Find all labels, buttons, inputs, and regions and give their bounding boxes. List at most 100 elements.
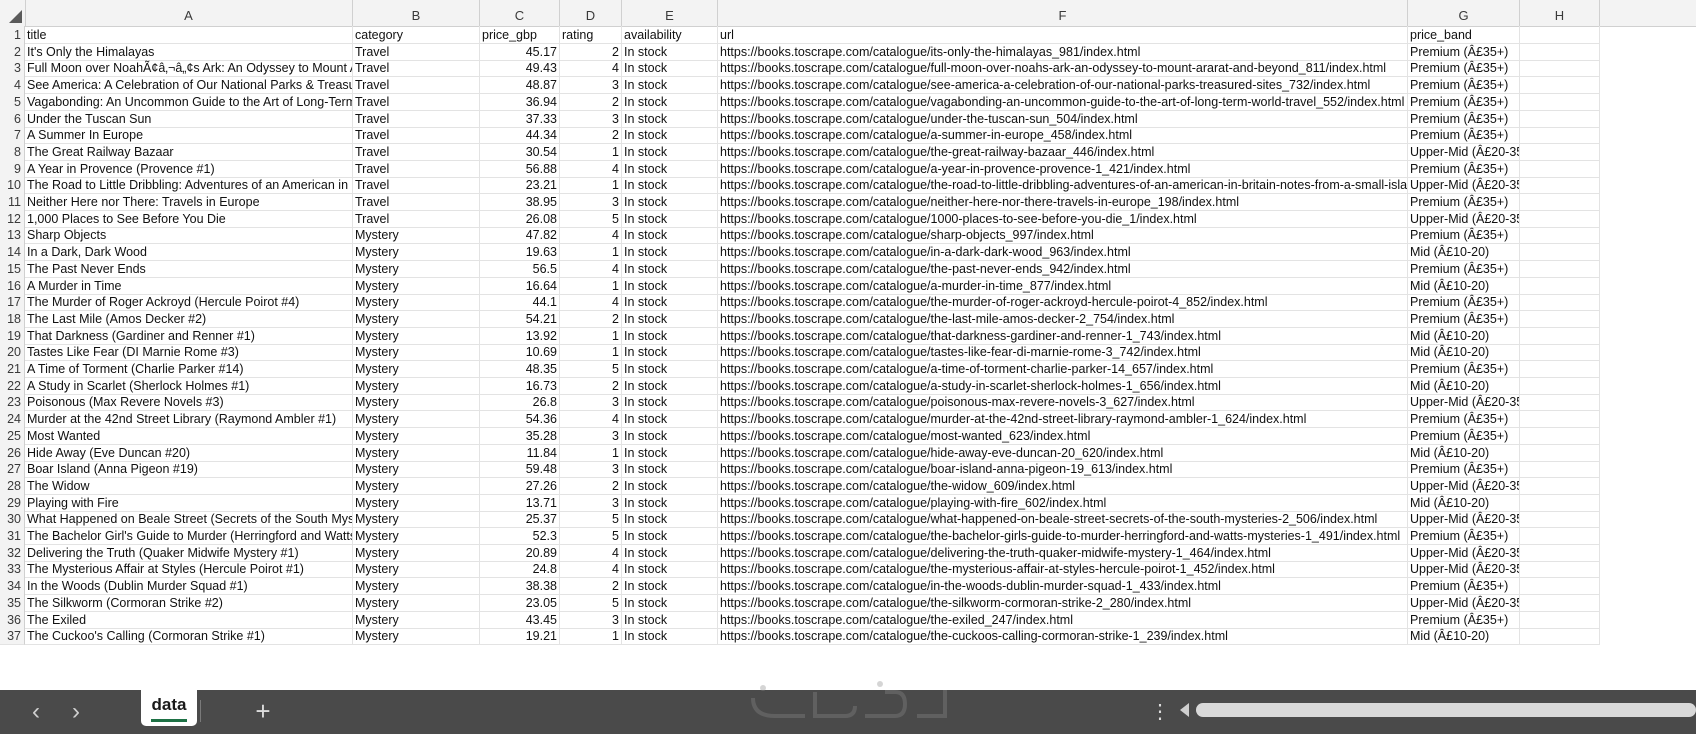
cell-h[interactable] [1520, 176, 1600, 195]
cell-f[interactable]: https://books.toscrape.com/catalogue/a-t… [718, 360, 1408, 378]
cell-e[interactable]: In stock [622, 476, 718, 495]
cell-c[interactable]: 23.21 [480, 176, 560, 195]
cell-e[interactable]: In stock [622, 259, 718, 278]
row-number[interactable]: 22 [0, 376, 25, 395]
cell-h[interactable] [1520, 627, 1600, 646]
cell-d[interactable]: 5 [560, 527, 622, 545]
cell-g[interactable]: Premium (Â£35+) [1408, 109, 1520, 128]
cell-a[interactable]: The Cuckoo's Calling (Cormoran Strike #1… [25, 627, 353, 646]
cell-g[interactable]: Upper-Mid (Â£20-35) [1408, 393, 1520, 412]
cell-e[interactable]: In stock [622, 76, 718, 95]
cell-d[interactable]: 3 [560, 76, 622, 95]
cell-a[interactable]: That Darkness (Gardiner and Renner #1) [25, 326, 353, 345]
cell-h[interactable] [1520, 510, 1600, 529]
cell-a[interactable]: Poisonous (Max Revere Novels #3) [25, 393, 353, 412]
cell-g[interactable]: Premium (Â£35+) [1408, 577, 1520, 596]
cell-a[interactable]: A Time of Torment (Charlie Parker #14) [25, 360, 353, 378]
cell-g[interactable]: Premium (Â£35+) [1408, 259, 1520, 278]
cell-e[interactable]: In stock [622, 293, 718, 312]
row-number[interactable]: 20 [0, 343, 25, 362]
cell-f[interactable]: https://books.toscrape.com/catalogue/a-m… [718, 276, 1408, 295]
cell-c[interactable]: 24.8 [480, 560, 560, 579]
cell-c[interactable]: 54.36 [480, 410, 560, 429]
cell-f[interactable]: https://books.toscrape.com/catalogue/the… [718, 293, 1408, 312]
cell-a[interactable]: Playing with Fire [25, 493, 353, 512]
cell-e[interactable]: In stock [622, 543, 718, 562]
cell-h[interactable] [1520, 393, 1600, 412]
cell-c[interactable]: 37.33 [480, 109, 560, 128]
cell-a[interactable]: title [25, 26, 353, 44]
cell-f[interactable]: https://books.toscrape.com/catalogue/poi… [718, 393, 1408, 412]
cell-g[interactable]: Premium (Â£35+) [1408, 426, 1520, 445]
cell-d[interactable]: 3 [560, 426, 622, 445]
cell-h[interactable] [1520, 560, 1600, 579]
cell-b[interactable]: Mystery [353, 376, 480, 395]
cell-a[interactable]: What Happened on Beale Street (Secrets o… [25, 510, 353, 529]
cell-e[interactable]: In stock [622, 410, 718, 429]
cell-b[interactable]: Travel [353, 142, 480, 161]
cell-d[interactable]: 3 [560, 109, 622, 128]
cell-f[interactable]: https://books.toscrape.com/catalogue/a-s… [718, 376, 1408, 395]
cell-c[interactable]: 30.54 [480, 142, 560, 161]
cell-h[interactable] [1520, 42, 1600, 61]
cell-b[interactable]: Mystery [353, 309, 480, 328]
cell-c[interactable]: 47.82 [480, 226, 560, 245]
cell-g[interactable]: Premium (Â£35+) [1408, 309, 1520, 328]
cell-b[interactable]: Mystery [353, 493, 480, 512]
cell-d[interactable]: 3 [560, 493, 622, 512]
cell-a[interactable]: Murder at the 42nd Street Library (Raymo… [25, 410, 353, 429]
row-number[interactable]: 5 [0, 92, 25, 111]
cell-h[interactable] [1520, 460, 1600, 479]
cell-d[interactable]: 3 [560, 193, 622, 211]
cell-a[interactable]: A Study in Scarlet (Sherlock Holmes #1) [25, 376, 353, 395]
cell-e[interactable]: In stock [622, 560, 718, 579]
cell-h[interactable] [1520, 226, 1600, 245]
row-number[interactable]: 19 [0, 326, 25, 345]
cell-b[interactable]: Mystery [353, 443, 480, 462]
cell-c[interactable]: 11.84 [480, 443, 560, 462]
cell-f[interactable]: https://books.toscrape.com/catalogue/the… [718, 259, 1408, 278]
row-number[interactable]: 32 [0, 543, 25, 562]
cell-g[interactable]: Premium (Â£35+) [1408, 92, 1520, 111]
cell-d[interactable]: 2 [560, 376, 622, 395]
cell-c[interactable]: 26.08 [480, 209, 560, 228]
cell-g[interactable]: Upper-Mid (Â£20-35) [1408, 142, 1520, 161]
cell-e[interactable]: In stock [622, 343, 718, 362]
row-number[interactable]: 18 [0, 309, 25, 328]
cell-f[interactable]: https://books.toscrape.com/catalogue/the… [718, 142, 1408, 161]
column-header-a[interactable]: A [25, 0, 353, 26]
cell-b[interactable]: Travel [353, 193, 480, 211]
cell-b[interactable]: category [353, 26, 480, 44]
cell-b[interactable]: Mystery [353, 326, 480, 345]
cell-g[interactable]: Mid (Â£10-20) [1408, 493, 1520, 512]
plus-icon[interactable]: + [248, 690, 278, 734]
cell-e[interactable]: In stock [622, 443, 718, 462]
cell-a[interactable]: A Summer In Europe [25, 126, 353, 145]
cell-b[interactable]: Mystery [353, 426, 480, 445]
cell-f[interactable]: https://books.toscrape.com/catalogue/tas… [718, 343, 1408, 362]
cell-g[interactable]: Premium (Â£35+) [1408, 76, 1520, 95]
horizontal-scrollbar[interactable] [1180, 702, 1696, 718]
cell-f[interactable]: https://books.toscrape.com/catalogue/a-s… [718, 126, 1408, 145]
cell-h[interactable] [1520, 109, 1600, 128]
cell-d[interactable]: 5 [560, 510, 622, 529]
cell-c[interactable]: 10.69 [480, 343, 560, 362]
cell-c[interactable]: 23.05 [480, 593, 560, 612]
cell-b[interactable]: Mystery [353, 560, 480, 579]
cell-f[interactable]: https://books.toscrape.com/catalogue/del… [718, 543, 1408, 562]
column-header-f[interactable]: F [718, 0, 1408, 26]
cell-c[interactable]: 16.64 [480, 276, 560, 295]
cell-d[interactable]: 5 [560, 593, 622, 612]
cell-b[interactable]: Mystery [353, 543, 480, 562]
cell-h[interactable] [1520, 527, 1600, 545]
cell-e[interactable]: In stock [622, 109, 718, 128]
cell-e[interactable]: In stock [622, 276, 718, 295]
cell-h[interactable] [1520, 376, 1600, 395]
cell-d[interactable]: 4 [560, 293, 622, 312]
cell-f[interactable]: https://books.toscrape.com/catalogue/wha… [718, 510, 1408, 529]
cell-f[interactable]: https://books.toscrape.com/catalogue/und… [718, 109, 1408, 128]
cell-d[interactable]: 4 [560, 410, 622, 429]
cell-e[interactable]: In stock [622, 42, 718, 61]
cell-b[interactable]: Travel [353, 176, 480, 195]
cell-h[interactable] [1520, 476, 1600, 495]
